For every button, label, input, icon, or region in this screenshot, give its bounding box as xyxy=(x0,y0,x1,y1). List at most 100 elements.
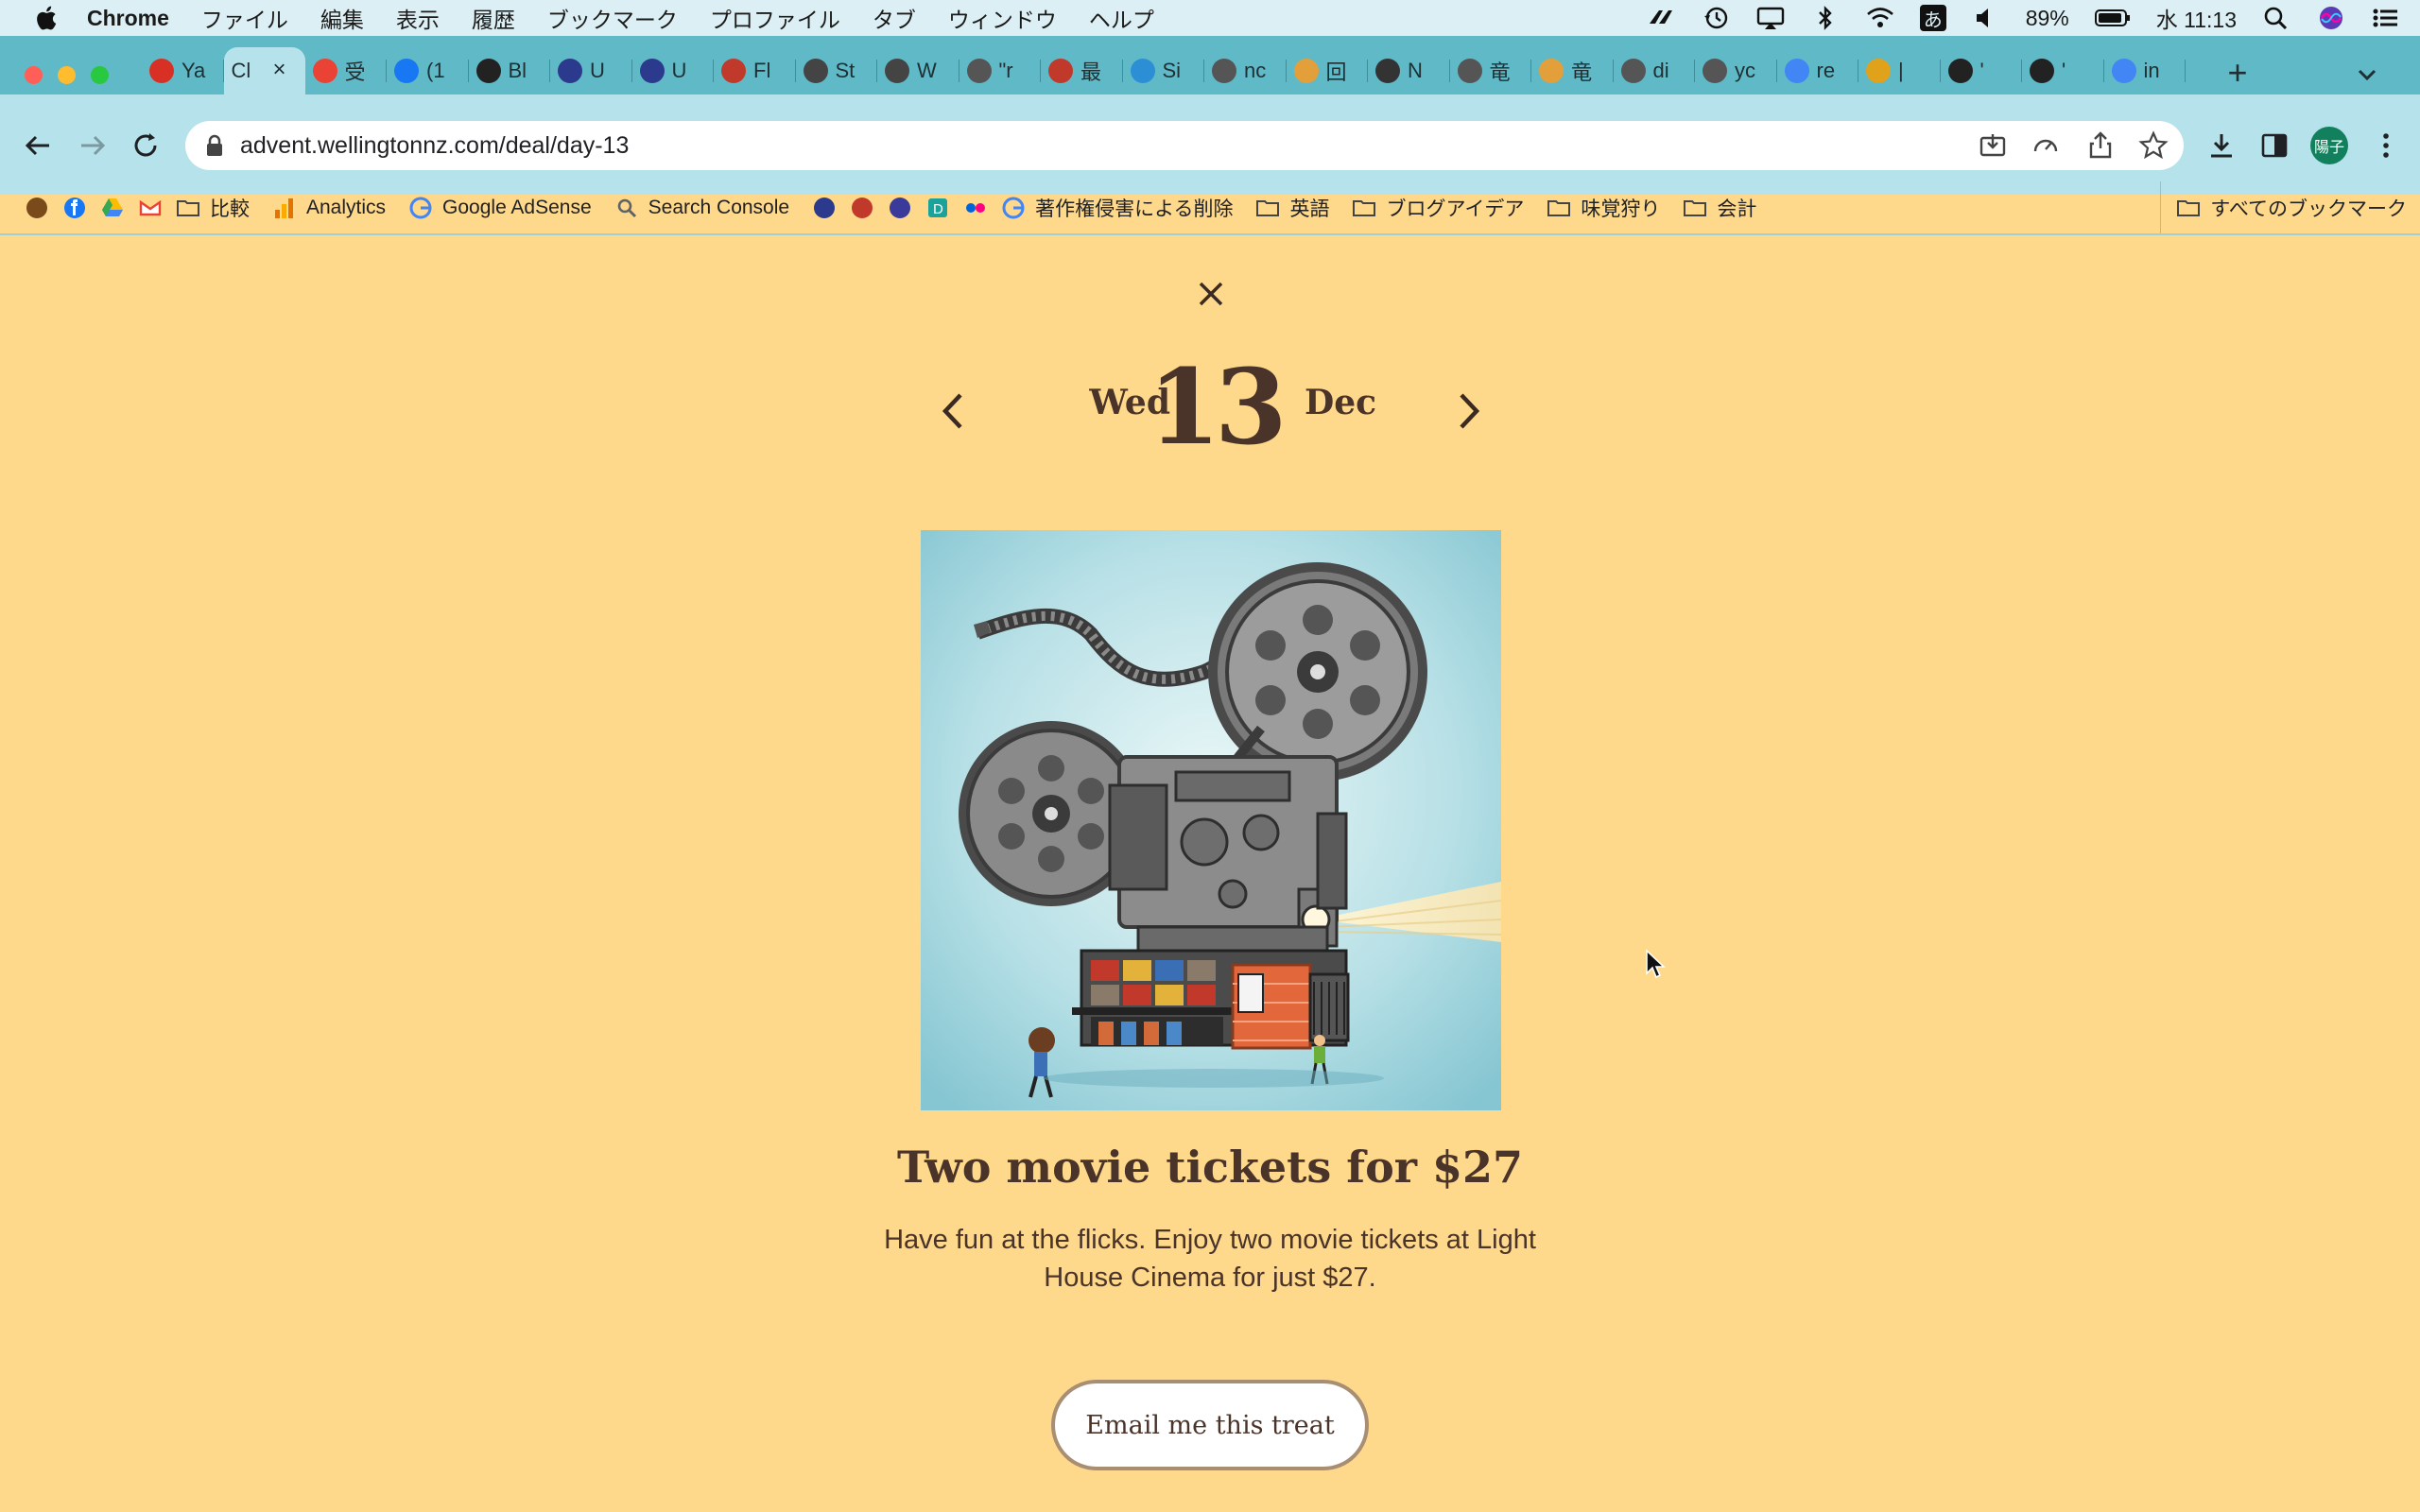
tab-search-chevron-icon[interactable] xyxy=(2354,62,2380,87)
bookmark-item[interactable]: 著作権侵害による削除 xyxy=(1001,194,1233,222)
all-bookmarks-button[interactable]: すべてのブックマーク xyxy=(2160,181,2407,234)
address-bar[interactable]: advent.wellingtonnz.com/deal/day-13 xyxy=(185,121,2184,170)
browser-tab[interactable]: Fl xyxy=(714,47,796,94)
menu-bookmarks[interactable]: ブックマーク xyxy=(547,2,678,34)
airplay-icon[interactable] xyxy=(1755,5,1786,31)
browser-tab[interactable]: Si xyxy=(1123,47,1204,94)
menu-file[interactable]: ファイル xyxy=(201,2,288,34)
menu-view[interactable]: 表示 xyxy=(396,2,440,34)
browser-tab[interactable]: in xyxy=(2104,47,2186,94)
browser-tab[interactable]: St xyxy=(796,47,877,94)
browser-tab[interactable]: ' xyxy=(2022,47,2104,94)
browser-tab[interactable]: 回 xyxy=(1287,47,1368,94)
menu-tab[interactable]: タブ xyxy=(873,2,916,34)
browser-tab[interactable]: yc xyxy=(1695,47,1777,94)
browser-tab[interactable]: W xyxy=(877,47,959,94)
castle-icon xyxy=(814,198,836,218)
lock-icon[interactable] xyxy=(204,133,225,158)
battery-icon[interactable] xyxy=(2094,5,2132,31)
input-method-icon[interactable]: あ xyxy=(1919,5,1946,31)
bookmark-label: Google AdSense xyxy=(442,197,592,218)
app-name-menu[interactable]: Chrome xyxy=(87,6,169,31)
browser-tab[interactable]: 竜 xyxy=(1450,47,1531,94)
side-panel-icon[interactable] xyxy=(2259,130,2290,161)
menu-profiles[interactable]: プロファイル xyxy=(710,2,840,34)
tab-close-icon[interactable]: × xyxy=(273,59,296,81)
creative-cloud-status-icon[interactable] xyxy=(1646,5,1676,31)
next-day-chevron-icon[interactable] xyxy=(1452,387,1486,435)
bookmark-item[interactable] xyxy=(25,196,49,220)
sky-icon xyxy=(1130,59,1155,83)
bookmark-item[interactable]: 会計 xyxy=(1683,194,1756,222)
control-center-icon[interactable] xyxy=(2371,5,2401,31)
reload-icon[interactable] xyxy=(129,129,163,163)
bookmark-item[interactable] xyxy=(888,196,912,220)
browser-tab[interactable]: U xyxy=(550,47,632,94)
bookmark-item[interactable]: 比較 xyxy=(176,194,250,222)
profile-avatar[interactable]: 陽子 xyxy=(2310,127,2348,164)
downloads-icon[interactable] xyxy=(2206,130,2237,161)
menu-help[interactable]: ヘルプ xyxy=(1089,2,1154,34)
browser-tab[interactable]: Cl × xyxy=(223,47,305,94)
close-icon[interactable] xyxy=(1195,278,1227,310)
bookmark-item[interactable]: Search Console xyxy=(614,196,789,220)
new-tab-button[interactable]: + xyxy=(2221,56,2254,90)
browser-tab[interactable]: Ya xyxy=(142,47,224,94)
bookmark-item[interactable]: D xyxy=(925,196,950,220)
time-machine-icon[interactable] xyxy=(1701,5,1731,31)
forward-arrow-icon[interactable] xyxy=(76,129,110,163)
url-text[interactable]: advent.wellingtonnz.com/deal/day-13 xyxy=(240,132,629,160)
wifi-icon[interactable] xyxy=(1865,5,1895,31)
bookmark-label: ブログアイデア xyxy=(1386,198,1525,220)
window-close-button[interactable] xyxy=(25,66,43,84)
back-arrow-icon[interactable] xyxy=(21,129,55,163)
browser-tab[interactable]: "r xyxy=(959,47,1041,94)
browser-tab[interactable]: nc xyxy=(1204,47,1287,94)
bookmark-item[interactable] xyxy=(62,196,87,220)
menu-edit[interactable]: 編集 xyxy=(320,2,364,34)
apple-icon[interactable] xyxy=(32,3,62,33)
siri-icon[interactable] xyxy=(2316,5,2346,31)
bookmark-item[interactable] xyxy=(812,196,837,220)
battery-percent: 89% xyxy=(2025,5,2069,30)
menu-window[interactable]: ウィンドウ xyxy=(948,2,1057,34)
openai-icon xyxy=(885,59,909,83)
browser-tab[interactable]: N xyxy=(1368,47,1450,94)
browser-tab[interactable]: Bl xyxy=(469,47,550,94)
menu-history[interactable]: 履歴 xyxy=(472,2,515,34)
bookmark-item[interactable]: ブログアイデア xyxy=(1352,194,1524,222)
previous-day-chevron-icon[interactable] xyxy=(936,387,970,435)
performance-gauge-icon[interactable] xyxy=(2031,130,2061,161)
chrome-menu-kebab-icon[interactable] xyxy=(2371,130,2401,161)
bookmark-item[interactable] xyxy=(963,196,988,220)
bookmark-item[interactable]: Analytics xyxy=(272,196,386,220)
share-icon[interactable] xyxy=(2085,130,2116,161)
menu-clock[interactable]: 水 11:13 xyxy=(2156,2,2237,34)
spotlight-search-icon[interactable] xyxy=(2261,5,2291,31)
folder-icon xyxy=(1684,200,1707,216)
bookmark-item[interactable]: 味覚狩り xyxy=(1547,194,1660,222)
email-me-this-treat-button[interactable]: Email me this treat xyxy=(1051,1380,1369,1470)
bookmark-item[interactable]: Google AdSense xyxy=(408,196,592,220)
install-app-icon[interactable] xyxy=(1978,130,2008,161)
browser-tab[interactable]: 竜 xyxy=(1531,47,1614,94)
browser-tab[interactable]: ' xyxy=(1941,47,2022,94)
window-zoom-button[interactable] xyxy=(91,66,109,84)
tab-title: 竜 xyxy=(1571,60,1593,84)
bluetooth-icon[interactable] xyxy=(1810,5,1841,31)
volume-icon[interactable] xyxy=(1971,5,2001,31)
browser-tab[interactable]: | xyxy=(1858,47,1941,94)
browser-tab[interactable]: re xyxy=(1777,47,1858,94)
browser-tab[interactable]: (1 xyxy=(387,47,469,94)
bookmark-item[interactable]: 英語 xyxy=(1255,194,1329,222)
clock-icon xyxy=(1375,59,1400,83)
browser-tab[interactable]: 受 xyxy=(305,47,387,94)
bookmark-item[interactable] xyxy=(100,196,125,220)
browser-tab[interactable]: U xyxy=(632,47,714,94)
bookmark-item[interactable] xyxy=(850,196,874,220)
browser-tab[interactable]: 最 xyxy=(1041,47,1123,94)
bookmark-item[interactable] xyxy=(138,196,163,220)
browser-tab[interactable]: di xyxy=(1614,47,1695,94)
bookmark-star-icon[interactable] xyxy=(2138,130,2169,161)
window-minimize-button[interactable] xyxy=(58,66,76,84)
